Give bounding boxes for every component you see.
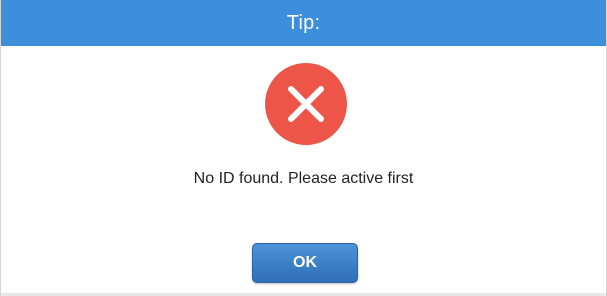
dialog-titlebar: Tip: (1, 0, 606, 46)
dialog-title: Tip: (286, 11, 321, 34)
ok-button[interactable]: OK (252, 243, 358, 283)
tip-dialog: Tip: No ID found. Please active first OK (0, 0, 607, 296)
error-x-icon (265, 63, 347, 145)
dialog-message: No ID found. Please active first (193, 170, 414, 187)
x-mark-icon (288, 86, 324, 122)
